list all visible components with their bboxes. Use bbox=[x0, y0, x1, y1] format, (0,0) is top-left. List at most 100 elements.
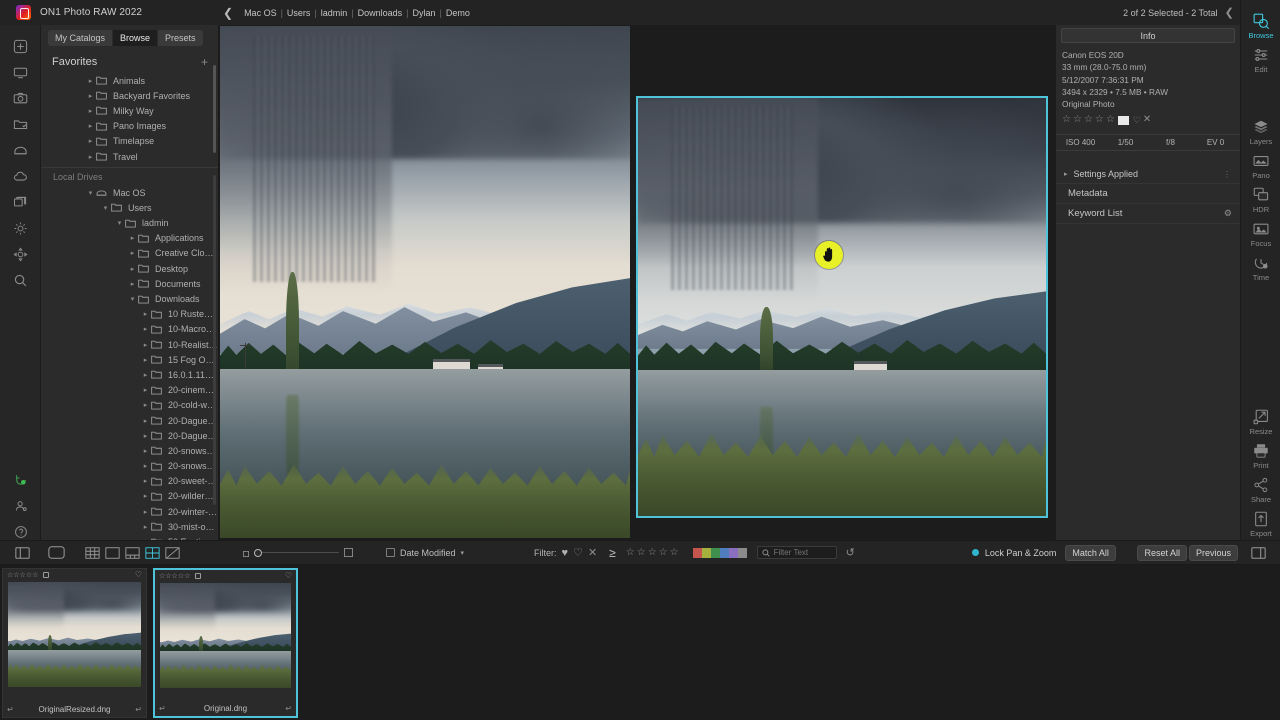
folder-check-icon[interactable] bbox=[0, 111, 41, 137]
x-icon[interactable]: ✕ bbox=[1143, 113, 1151, 128]
tree-item-download-child[interactable]: ▸ 30-mist-overlays-202... bbox=[41, 519, 218, 534]
disclosure-icon[interactable]: ▸ bbox=[140, 356, 151, 364]
sort-control[interactable]: Date Modified ▾ bbox=[386, 548, 464, 558]
breadcrumb-item[interactable]: Downloads bbox=[358, 8, 403, 18]
tree-item-download-child[interactable]: ▸ 20-snowscape-lightro... bbox=[41, 459, 218, 474]
tree-item-user-folder[interactable]: ▸ Creative Cloud Files bbox=[41, 246, 218, 261]
disclosure-icon[interactable]: ▸ bbox=[140, 447, 151, 455]
lightbulb-icon[interactable] bbox=[0, 215, 41, 241]
tree-item-user-folder[interactable]: ▸ Desktop bbox=[41, 261, 218, 276]
swatch-red[interactable] bbox=[692, 547, 702, 558]
reset-all-button[interactable]: Reset All bbox=[1137, 544, 1187, 561]
module-resize[interactable]: Resize bbox=[1241, 402, 1280, 436]
tree-item-mac-os[interactable]: ▾ Mac OS bbox=[41, 185, 218, 200]
chevron-left-icon[interactable]: ❮ bbox=[1225, 6, 1234, 19]
disclosure-icon[interactable]: ▸ bbox=[140, 401, 151, 409]
breadcrumb-item[interactable]: ladmin bbox=[321, 8, 348, 18]
tree-item-ladmin[interactable]: ▾ ladmin bbox=[41, 216, 218, 231]
tree-item-favorite[interactable]: ▸ Timelapse bbox=[41, 134, 218, 149]
color-label-swatch[interactable] bbox=[195, 572, 202, 579]
filmstrip-item-1[interactable]: ☆☆☆☆☆ ♡ ↵ Original.dng ↵ bbox=[153, 568, 298, 718]
sync-status-icon[interactable] bbox=[0, 467, 41, 493]
chevron-right-icon[interactable]: ▸ bbox=[1064, 170, 1068, 178]
previous-button[interactable]: Previous bbox=[1188, 544, 1238, 561]
thumbnail-size-slider[interactable] bbox=[243, 544, 353, 562]
preview-pane-right[interactable] bbox=[636, 96, 1048, 518]
disclosure-icon[interactable]: ▸ bbox=[140, 492, 151, 500]
tree-item-download-child[interactable]: ▸ 20-cinematic-blue-lig... bbox=[41, 383, 218, 398]
slider-handle[interactable] bbox=[254, 548, 262, 557]
compare-view-icon[interactable] bbox=[145, 546, 160, 559]
single-view-icon[interactable] bbox=[48, 546, 65, 559]
tree-scrollbar[interactable] bbox=[213, 65, 216, 153]
tree-item-download-child[interactable]: ▸ 20-snowscape-lightro... bbox=[41, 443, 218, 458]
module-export[interactable]: Export bbox=[1241, 504, 1280, 538]
disclosure-icon[interactable]: ▸ bbox=[85, 153, 96, 161]
star-rating-4[interactable]: ☆ bbox=[1095, 113, 1104, 128]
tree-item-user-folder[interactable]: ▸ Applications bbox=[41, 231, 218, 246]
gear-icon[interactable]: ⚙ bbox=[1224, 208, 1232, 219]
disclosure-icon[interactable]: ▸ bbox=[140, 462, 151, 470]
disclosure-icon[interactable]: ▸ bbox=[85, 92, 96, 100]
map-view-icon[interactable] bbox=[165, 546, 180, 559]
disclosure-icon[interactable]: ▾ bbox=[114, 219, 125, 227]
tab-browse[interactable]: Browse bbox=[113, 30, 159, 46]
undo-icon[interactable]: ↺ bbox=[846, 546, 855, 559]
disclosure-icon[interactable]: ▸ bbox=[85, 107, 96, 115]
grid-view-icon[interactable] bbox=[85, 546, 100, 559]
tab-my-catalogs[interactable]: My Catalogs bbox=[48, 30, 114, 46]
filmstrip-item-0[interactable]: ☆☆☆☆☆ ♡ ↵ OriginalResized.dng ↵ bbox=[2, 568, 147, 718]
color-label-swatch[interactable] bbox=[43, 571, 50, 578]
tree-scrollbar-track[interactable] bbox=[213, 175, 216, 505]
section-settings-applied[interactable]: ▸ Settings Applied ⋮ bbox=[1056, 165, 1240, 185]
chevron-left-icon[interactable]: ❮ bbox=[223, 6, 233, 20]
swatch-blue[interactable] bbox=[719, 547, 729, 558]
drive-icon[interactable] bbox=[0, 137, 41, 163]
tree-item-favorite[interactable]: ▸ Animals bbox=[41, 73, 218, 88]
swatch-purple[interactable] bbox=[728, 547, 738, 558]
disclosure-icon[interactable]: ▸ bbox=[140, 341, 151, 349]
disclosure-icon[interactable]: ▸ bbox=[85, 77, 96, 85]
star-rating-5[interactable]: ☆ bbox=[1106, 113, 1115, 128]
tree-item-downloads[interactable]: ▾ Downloads bbox=[41, 291, 218, 306]
filter-text-input[interactable] bbox=[773, 548, 832, 557]
filmstrip-view-icon[interactable] bbox=[125, 546, 140, 559]
tree-item-users[interactable]: ▾ Users bbox=[41, 200, 218, 215]
color-label-swatch[interactable] bbox=[1117, 116, 1129, 126]
disclosure-icon[interactable]: ▸ bbox=[140, 523, 151, 531]
sort-checkbox[interactable] bbox=[386, 548, 395, 557]
module-print[interactable]: Print bbox=[1241, 436, 1280, 470]
detail-view-icon[interactable] bbox=[105, 546, 120, 559]
tree-item-download-child[interactable]: ▸ 20-cold-wilderness-lig... bbox=[41, 398, 218, 413]
tab-presets[interactable]: Presets bbox=[158, 30, 203, 46]
disclosure-icon[interactable]: ▸ bbox=[140, 477, 151, 485]
tree-item-download-child[interactable]: ▸ 16.0.1.11212 Standal... bbox=[41, 367, 218, 382]
disclosure-icon[interactable]: ▸ bbox=[127, 234, 138, 242]
heart-outline-icon[interactable]: ♡ bbox=[285, 571, 292, 580]
camera-icon[interactable] bbox=[0, 85, 41, 111]
star-rating-3[interactable]: ☆ bbox=[1084, 113, 1093, 128]
heart-outline-icon[interactable]: ♡ bbox=[1133, 114, 1141, 127]
star-rating[interactable]: ☆☆☆☆☆ bbox=[159, 572, 190, 580]
tree-item-favorite[interactable]: ▸ Pano Images bbox=[41, 119, 218, 134]
x-icon[interactable]: ✕ bbox=[588, 546, 597, 559]
module-edit[interactable]: Edit bbox=[1241, 40, 1280, 74]
tree-item-favorite[interactable]: ▸ Travel bbox=[41, 149, 218, 164]
star-rating-2[interactable]: ☆ bbox=[1073, 113, 1082, 128]
module-time[interactable]: Time bbox=[1241, 248, 1280, 282]
tree-item-download-child[interactable]: ▸ 10-Macro-High-Res-P... bbox=[41, 322, 218, 337]
display-icon[interactable] bbox=[0, 59, 41, 85]
disclosure-icon[interactable]: ▸ bbox=[140, 386, 151, 394]
tree-item-favorite[interactable]: ▸ Milky Way bbox=[41, 103, 218, 118]
disclosure-icon[interactable]: ▸ bbox=[85, 137, 96, 145]
breadcrumb-item[interactable]: Mac OS bbox=[244, 8, 277, 18]
lock-pan-zoom-control[interactable]: Lock Pan & Zoom bbox=[971, 548, 1056, 558]
tree-item-download-child[interactable]: ▸ 20-wilderness-lightro... bbox=[41, 489, 218, 504]
disclosure-icon[interactable]: ▸ bbox=[140, 432, 151, 440]
disclosure-icon[interactable]: ▸ bbox=[140, 310, 151, 318]
account-icon[interactable] bbox=[0, 493, 41, 519]
swatch-none[interactable] bbox=[737, 547, 747, 558]
heart-outline-icon[interactable]: ♡ bbox=[135, 570, 142, 579]
disclosure-icon[interactable]: ▸ bbox=[140, 325, 151, 333]
slider-track[interactable] bbox=[254, 548, 339, 558]
